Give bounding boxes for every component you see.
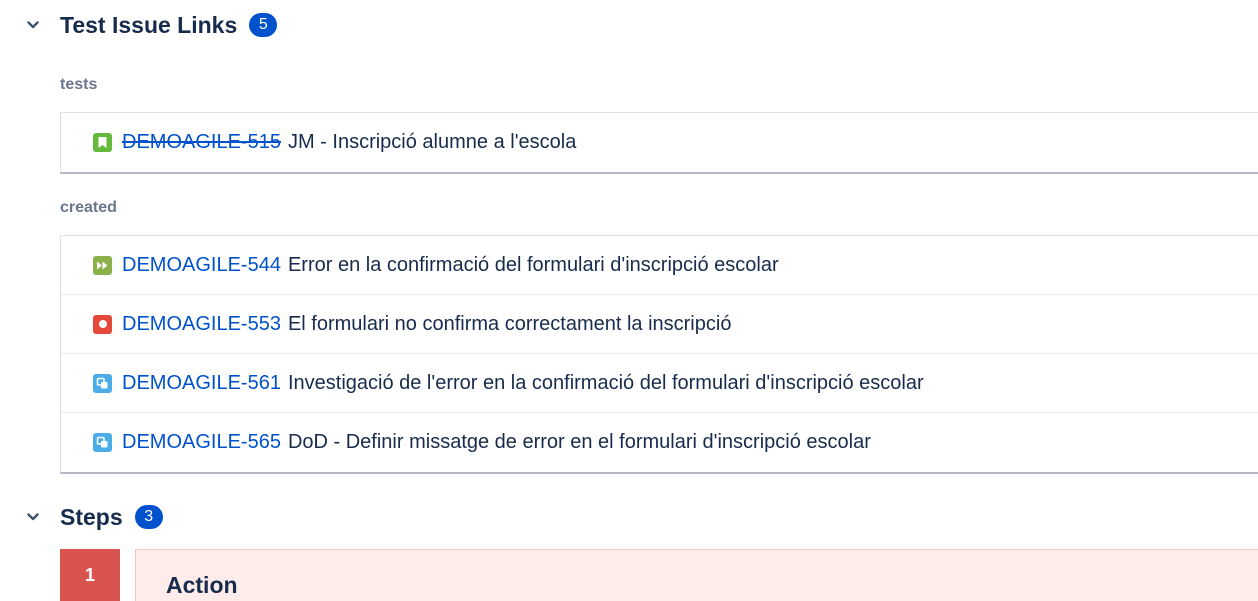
issue-key-link[interactable]: DEMOAGILE-553 — [122, 313, 281, 336]
link-list-tests: DEMOAGILE-515 JM - Inscripció alumne a l… — [60, 112, 1258, 174]
issue-summary: DoD - Definir missatge de error en el fo… — [287, 431, 871, 453]
subtask-icon — [93, 373, 112, 393]
list-item[interactable]: DEMOAGILE-561 Investigació de l'error en… — [61, 354, 1258, 413]
list-item[interactable]: DEMOAGILE-544 Error en la confirmació de… — [61, 236, 1258, 295]
section-title: Test Issue Links — [60, 11, 238, 38]
list-item[interactable]: DEMOAGILE-565 DoD - Definir missatge de … — [61, 413, 1258, 472]
subtask-icon — [93, 433, 112, 452]
group-label-tests: tests — [60, 76, 98, 93]
test-issue-links-header: Test Issue Links 5 — [0, 5, 278, 45]
list-item[interactable]: DEMOAGILE-553 El formulari no confirma c… — [61, 295, 1258, 354]
issue-summary: El formulari no confirma correctament la… — [287, 312, 732, 335]
chevron-down-icon[interactable] — [26, 510, 40, 524]
issue-summary: Error en la confirmació del formulari d'… — [287, 253, 779, 276]
story-icon — [93, 133, 112, 152]
step-number: 1 — [60, 549, 120, 601]
count-badge: 3 — [134, 505, 163, 529]
count-badge: 5 — [249, 13, 278, 37]
list-item[interactable]: DEMOAGILE-515 JM - Inscripció alumne a l… — [61, 113, 1258, 172]
bug-icon — [93, 314, 112, 334]
chevron-down-icon[interactable] — [26, 18, 40, 32]
step-body: Action — [135, 549, 1258, 601]
improvement-icon — [93, 255, 112, 275]
issue-key-link[interactable]: DEMOAGILE-515 — [122, 131, 281, 154]
issue-key-link[interactable]: DEMOAGILE-565 — [122, 431, 281, 454]
issue-summary: JM - Inscripció alumne a l'escola — [287, 131, 577, 153]
step-action-title: Action — [166, 572, 238, 598]
group-label-created: created — [60, 199, 117, 216]
issue-view: Test Issue Links 5 tests DEMOAGILE-515 J… — [0, 0, 1258, 601]
issue-key-link[interactable]: DEMOAGILE-544 — [122, 254, 281, 277]
link-list-created: DEMOAGILE-544 Error en la confirmació de… — [60, 235, 1258, 474]
section-title: Steps — [60, 503, 123, 530]
issue-summary: Investigació de l'error en la confirmaci… — [287, 371, 924, 394]
issue-key-link[interactable]: DEMOAGILE-561 — [122, 372, 281, 395]
steps-header: Steps 3 — [0, 497, 163, 537]
